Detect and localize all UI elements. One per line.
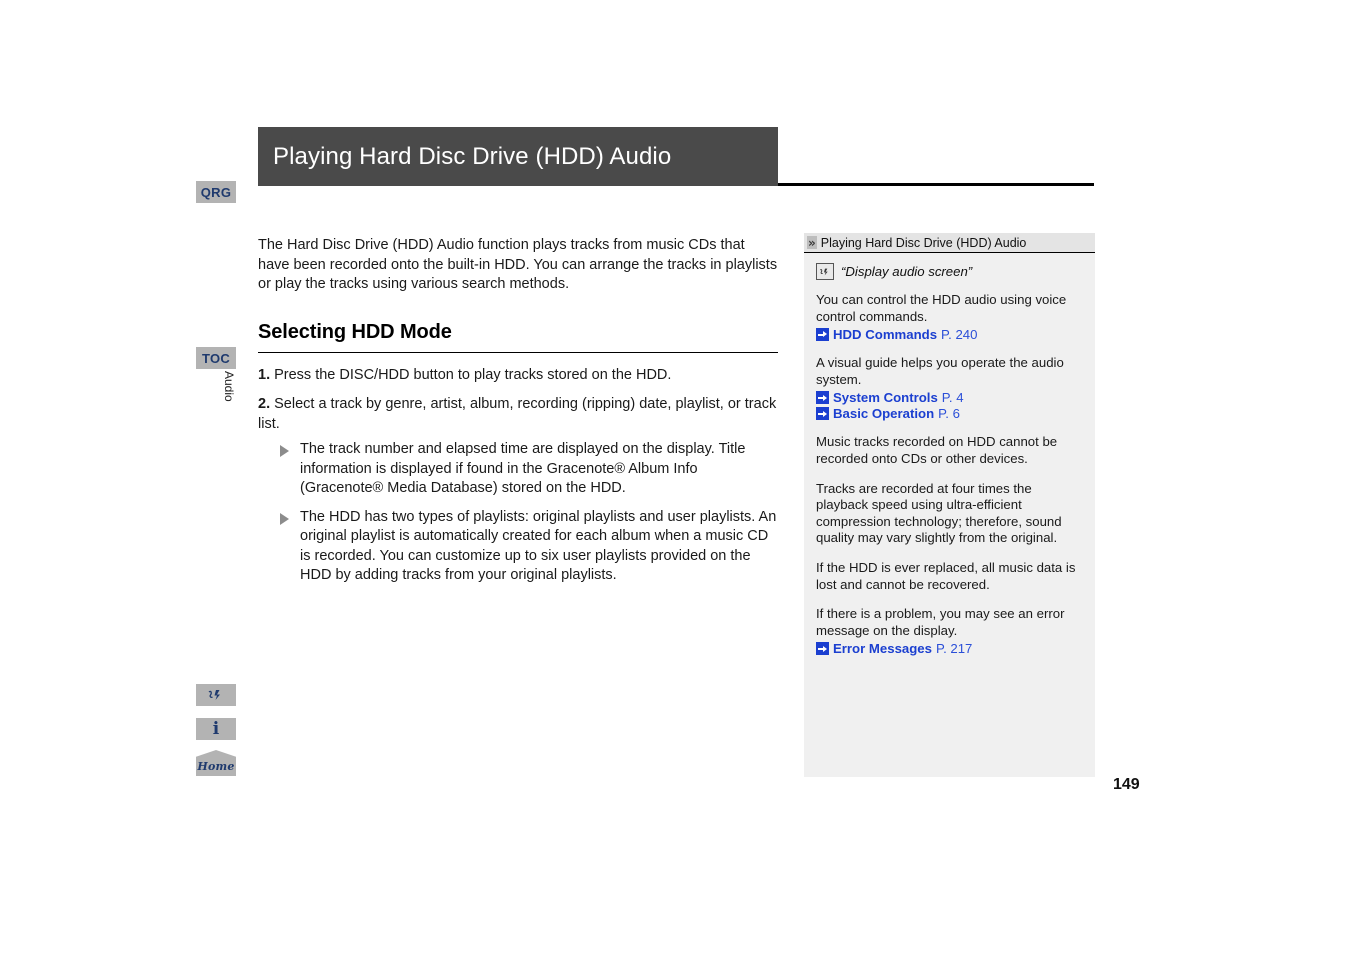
note-text: Music tracks recorded on HDD cannot be r… [816,434,1058,466]
voice-command-row: “Display audio screen” [816,263,1083,280]
step-sub-notes: The track number and elapsed time are di… [258,440,778,586]
triangle-bullet-icon [280,512,289,525]
reference-page: P. 217 [935,641,973,657]
sub-note: The track number and elapsed time are di… [280,440,778,499]
double-chevron-icon: » [807,236,817,250]
step-text: Press the DISC/HDD button to play tracks… [270,366,672,383]
reference-page: P. 240 [941,327,978,343]
side-note-panel-header: » Playing Hard Disc Drive (HDD) Audio [804,233,1095,253]
note-text: You can control the HDD audio using voic… [816,292,1067,324]
main-content: The Hard Disc Drive (HDD) Audio function… [258,236,778,596]
title-rule [778,183,1094,186]
jump-arrow-icon [816,642,829,656]
sub-note: The HDD has two types of playlists: orig… [280,508,778,586]
tab-toc[interactable]: TOC [196,347,236,369]
note-text: A visual guide helps you operate the aud… [816,355,1064,387]
side-note-panel-body: “Display audio screen” You can control t… [804,253,1095,656]
tab-qrg[interactable]: QRG [196,181,236,203]
section-vertical-label: Audio [222,371,236,402]
step-text: Select a track by genre, artist, album, … [258,396,777,432]
note-text: If the HDD is ever replaced, all music d… [816,559,1076,592]
note-text: If there is a problem, you may see an er… [816,606,1065,638]
tab-toc-label: TOC [201,350,231,366]
sub-note-text: The HDD has two types of playlists: orig… [300,508,777,584]
voice-command-text: “Display audio screen” [841,264,973,279]
page-title-banner: Playing Hard Disc Drive (HDD) Audio [258,127,778,186]
side-note-panel-title: Playing Hard Disc Drive (HDD) Audio [820,235,1027,250]
voice-command-icon [816,263,834,280]
info-icon-glyph: i [212,718,220,739]
reference-link[interactable]: Basic Operation P. 6 [816,406,1083,421]
reference-group: HDD Commands P. 240 [816,327,1083,342]
side-tab-rail: QRG TOC Audio i Home [196,0,242,954]
home-label: Home [197,760,235,773]
reference-name: Basic Operation [833,406,935,422]
reference-link[interactable]: Error Messages P. 217 [816,641,1083,656]
triangle-bullet-icon [280,445,289,457]
page-title: Playing Hard Disc Drive (HDD) Audio [273,142,672,170]
reference-name: Error Messages [833,641,932,657]
home-button[interactable]: Home [196,750,236,776]
page-number: 149 [1113,776,1140,793]
step-number: 1. [258,366,271,383]
note-text: Tracks are recorded at four times the pl… [816,480,1062,546]
jump-arrow-icon [816,328,829,342]
jump-arrow-icon [816,407,829,421]
reference-page: P. 6 [938,406,960,422]
side-note-panel: » Playing Hard Disc Drive (HDD) Audio “D… [804,233,1095,777]
procedure-steps: 1. Press the DISC/HDD button to play tra… [258,366,778,586]
sub-note-text: The track number and elapsed time are di… [300,441,746,496]
home-icon: Home [196,750,236,776]
reference-name: HDD Commands [833,327,938,343]
reference-group: Error Messages P. 217 [816,641,1083,656]
voice-command-icon[interactable] [196,684,236,706]
reference-group: System Controls P. 4 Basic Operation P. … [816,390,1083,421]
step-item: 1. Press the DISC/HDD button to play tra… [258,366,778,386]
section-heading: Selecting HDD Mode [258,320,452,343]
reference-link[interactable]: HDD Commands P. 240 [816,327,1083,342]
intro-paragraph: The Hard Disc Drive (HDD) Audio function… [258,237,778,292]
tab-qrg-label: QRG [200,184,232,200]
reference-link[interactable]: System Controls P. 4 [816,390,1083,405]
jump-arrow-icon [816,391,829,405]
section-rule [258,351,778,353]
step-number: 2. [258,396,271,412]
info-icon[interactable]: i [196,718,236,740]
step-item: 2. Select a track by genre, artist, albu… [258,395,778,586]
reference-page: P. 4 [941,390,964,406]
reference-name: System Controls [833,390,938,406]
